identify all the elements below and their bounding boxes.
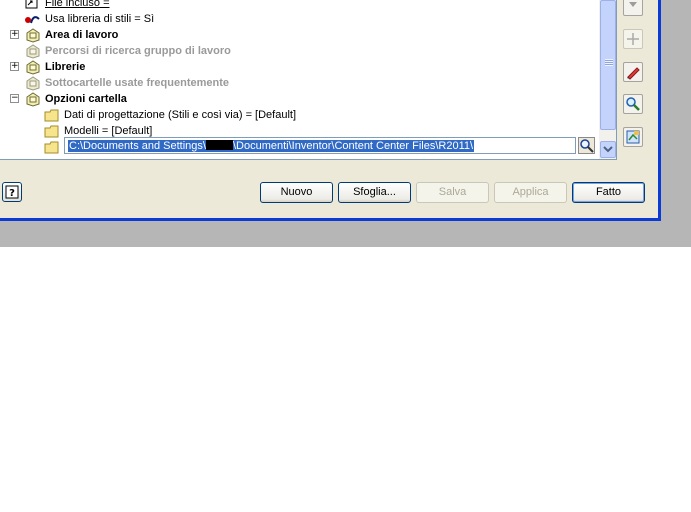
expand-icon[interactable]: + <box>10 62 19 71</box>
find-button[interactable] <box>623 94 643 114</box>
tree-row-label: Librerie <box>45 61 86 73</box>
help-icon: ? <box>5 185 19 199</box>
content-center-path-input[interactable]: C:\Documents and Settings\ \Documenti\Inv… <box>64 137 576 154</box>
tree-row-label: Modelli = [Default] <box>64 125 153 137</box>
collapse-icon[interactable]: − <box>10 94 19 103</box>
options-icon <box>626 130 640 144</box>
tree-row-librerie[interactable]: + Librerie <box>0 59 600 75</box>
grip-icon <box>605 59 613 66</box>
window-frame-right <box>658 0 661 221</box>
tree-row-usa-libreria-stili[interactable]: Usa libreria di stili = Sì <box>0 11 600 27</box>
tree-row-label: Dati di progettazione (Stili e così via)… <box>64 109 297 121</box>
scrollbar-thumb[interactable] <box>600 0 616 130</box>
chevron-down-icon <box>603 146 613 153</box>
add-icon <box>627 33 639 45</box>
path-selected-text: C:\Documents and Settings\ \Documenti\Inv… <box>68 140 475 152</box>
tree-row-area-di-lavoro[interactable]: + Area di lavoro <box>0 27 600 43</box>
folder-icon <box>44 141 60 157</box>
folder-icon <box>44 125 60 141</box>
scroll-down-button[interactable] <box>600 141 616 158</box>
tree-row-dati-progettazione[interactable]: Dati di progettazione (Stili e così via)… <box>0 107 600 123</box>
magnifier-icon <box>580 139 594 153</box>
tree-row-percorsi-ricerca[interactable]: Percorsi di ricerca gruppo di lavoro <box>0 43 600 59</box>
arrow-down-icon <box>629 2 637 7</box>
edit-button[interactable] <box>623 62 643 82</box>
add-path-button[interactable] <box>623 29 643 49</box>
edit-pencil-icon <box>627 67 640 80</box>
sfoglia-button[interactable]: Sfoglia... <box>338 182 411 203</box>
salva-button[interactable]: Salva <box>416 182 489 203</box>
project-settings-dialog: File incluso = Usa libreria di stili = S… <box>0 0 658 219</box>
folder-group-icon <box>24 156 40 159</box>
project-tree[interactable]: File incluso = Usa libreria di stili = S… <box>0 0 617 160</box>
tree-row-label: Opzioni cartella <box>45 93 127 105</box>
expand-icon[interactable]: + <box>10 30 19 39</box>
tree-row-label: Percorsi di ricerca gruppo di lavoro <box>45 45 231 57</box>
svg-text:?: ? <box>9 188 15 199</box>
tree-row-label: Area di lavoro <box>45 29 119 41</box>
tree-row-label: Usa libreria di stili = Sì <box>45 13 155 25</box>
move-down-button[interactable] <box>623 0 643 16</box>
nuovo-button[interactable]: Nuovo <box>260 182 333 203</box>
help-button[interactable]: ? <box>2 182 22 202</box>
fatto-button[interactable]: Fatto <box>572 182 645 203</box>
window-frame-bottom <box>0 218 661 221</box>
tree-vertical-scrollbar[interactable] <box>599 0 616 159</box>
tree-row-sottocartelle[interactable]: Sottocartelle usate frequentemente <box>0 75 600 91</box>
applica-button[interactable]: Applica <box>494 182 567 203</box>
tree-row-opzioni-cartella[interactable]: − Opzioni cartella <box>0 91 600 107</box>
browse-path-button[interactable] <box>578 137 595 154</box>
tree-row-file-incluso[interactable]: File incluso = <box>0 0 600 11</box>
style-library-icon <box>24 13 40 28</box>
options-button[interactable] <box>623 127 643 147</box>
tree-row-label: Sottocartelle usate frequentemente <box>45 77 229 89</box>
redacted-username <box>205 140 233 150</box>
tree-row-label: File incluso = <box>45 0 110 9</box>
search-magnifier-icon <box>626 97 640 111</box>
